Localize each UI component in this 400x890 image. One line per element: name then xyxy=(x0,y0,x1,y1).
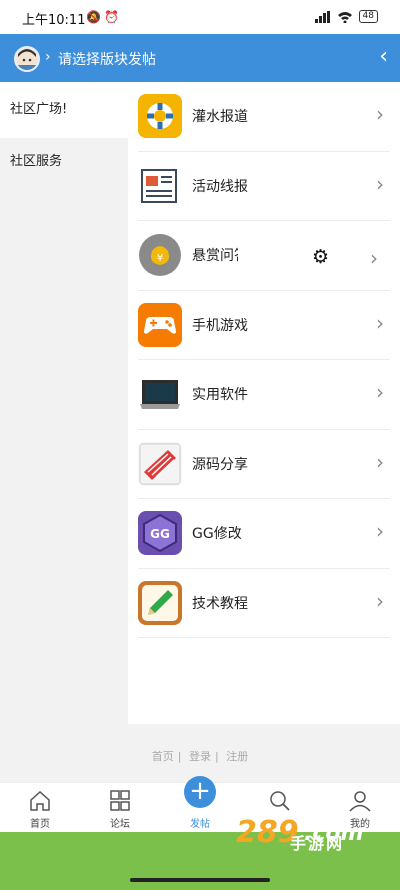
list-item[interactable]: GG GG修改 › xyxy=(138,499,390,569)
money-bag-icon: ¥ xyxy=(138,233,182,277)
gear-icon[interactable]: ⚙ xyxy=(312,247,329,267)
list-item-label: 手机游戏 xyxy=(192,317,248,334)
list-item-label: 活动线报 xyxy=(192,178,248,195)
list-item-label: GG修改 xyxy=(192,526,242,542)
list-item-label: 实用软件 xyxy=(192,387,248,403)
chevron-right-icon: › xyxy=(376,102,384,126)
chevron-right-icon: › xyxy=(376,310,384,335)
status-time: 上午10:11 xyxy=(22,13,86,28)
chevron-right-icon: › xyxy=(370,246,378,270)
sidebar: 社区广场! 社区服务 xyxy=(0,82,128,724)
signal-icon xyxy=(314,10,330,23)
avatar-face-icon xyxy=(16,48,38,70)
status-bar: 上午10:11 🔕 ⏰ 48 xyxy=(0,0,400,34)
search-icon xyxy=(270,791,290,811)
footer-link-home[interactable]: 首页 xyxy=(152,750,174,763)
wifi-icon xyxy=(337,11,352,23)
sidebar-item-service[interactable]: 社区服务 xyxy=(0,134,128,190)
chevron-right-icon: › xyxy=(45,49,51,65)
nav-label: 首页 xyxy=(30,819,50,830)
header: › 请选择版块发帖 ‹ xyxy=(0,34,400,82)
svg-text:GG: GG xyxy=(150,527,170,541)
status-right: 48 xyxy=(314,10,378,23)
alarm-icon: ⏰ xyxy=(104,10,119,24)
footer-links: 首页 | 登录 | 注册 xyxy=(151,750,249,763)
chevron-right-icon: › xyxy=(376,588,384,613)
back-icon[interactable]: ‹ xyxy=(379,44,388,70)
avatar[interactable] xyxy=(14,46,40,72)
list-item-label: 技术教程 xyxy=(192,595,248,612)
gg-icon: GG xyxy=(138,511,182,555)
list-item[interactable]: 灌水报道 › xyxy=(138,82,390,152)
user-icon xyxy=(349,791,371,812)
nav-label: 论坛 xyxy=(110,819,130,830)
list-item-label: 灌水报道 xyxy=(192,109,248,125)
chevron-right-icon: › xyxy=(376,171,384,196)
list-item[interactable]: 手机游戏 › xyxy=(138,291,390,360)
gamepad-icon xyxy=(138,302,182,347)
list-item[interactable]: 实用软件 › xyxy=(138,360,390,430)
battery-icon: 48 xyxy=(358,10,378,23)
watermark-text: 手游网 xyxy=(290,834,345,853)
footer-link-register[interactable]: 注册 xyxy=(226,750,248,763)
lifebuoy-icon xyxy=(138,94,182,138)
list-item[interactable]: 活动线报 › xyxy=(138,152,390,221)
page-title: 请选择版块发帖 xyxy=(58,52,156,68)
list-item[interactable]: 技术教程 › xyxy=(138,569,390,638)
silent-icon: 🔕 xyxy=(86,10,101,24)
pencil-icon xyxy=(138,580,182,625)
nav-label: 发帖 xyxy=(190,819,210,830)
home-icon xyxy=(30,790,50,811)
sidebar-item-square[interactable]: 社区广场! xyxy=(0,82,128,138)
list-item[interactable]: 源码分享 › xyxy=(138,430,390,499)
nav-forum[interactable]: 论坛 xyxy=(80,783,160,833)
chevron-right-icon: › xyxy=(376,519,384,543)
home-indicator[interactable] xyxy=(130,878,270,882)
list-item-label: 源码分享 xyxy=(192,456,248,473)
chevron-right-icon: › xyxy=(376,380,384,404)
nav-home[interactable]: 首页 xyxy=(0,783,80,833)
laptop-icon xyxy=(138,372,182,416)
post-button[interactable]: + xyxy=(184,776,216,808)
grid-icon xyxy=(110,790,130,811)
chevron-right-icon: › xyxy=(376,449,384,474)
svg-text:¥: ¥ xyxy=(157,253,163,264)
forum-list: 灌水报道 › 活动线报 › ¥ 悬赏问答 › 手机游戏 › 实用软件 › 源码分… xyxy=(138,82,390,638)
footer-link-login[interactable]: 登录 xyxy=(189,750,211,763)
code-share-icon xyxy=(138,441,182,486)
newspaper-icon xyxy=(138,163,182,208)
